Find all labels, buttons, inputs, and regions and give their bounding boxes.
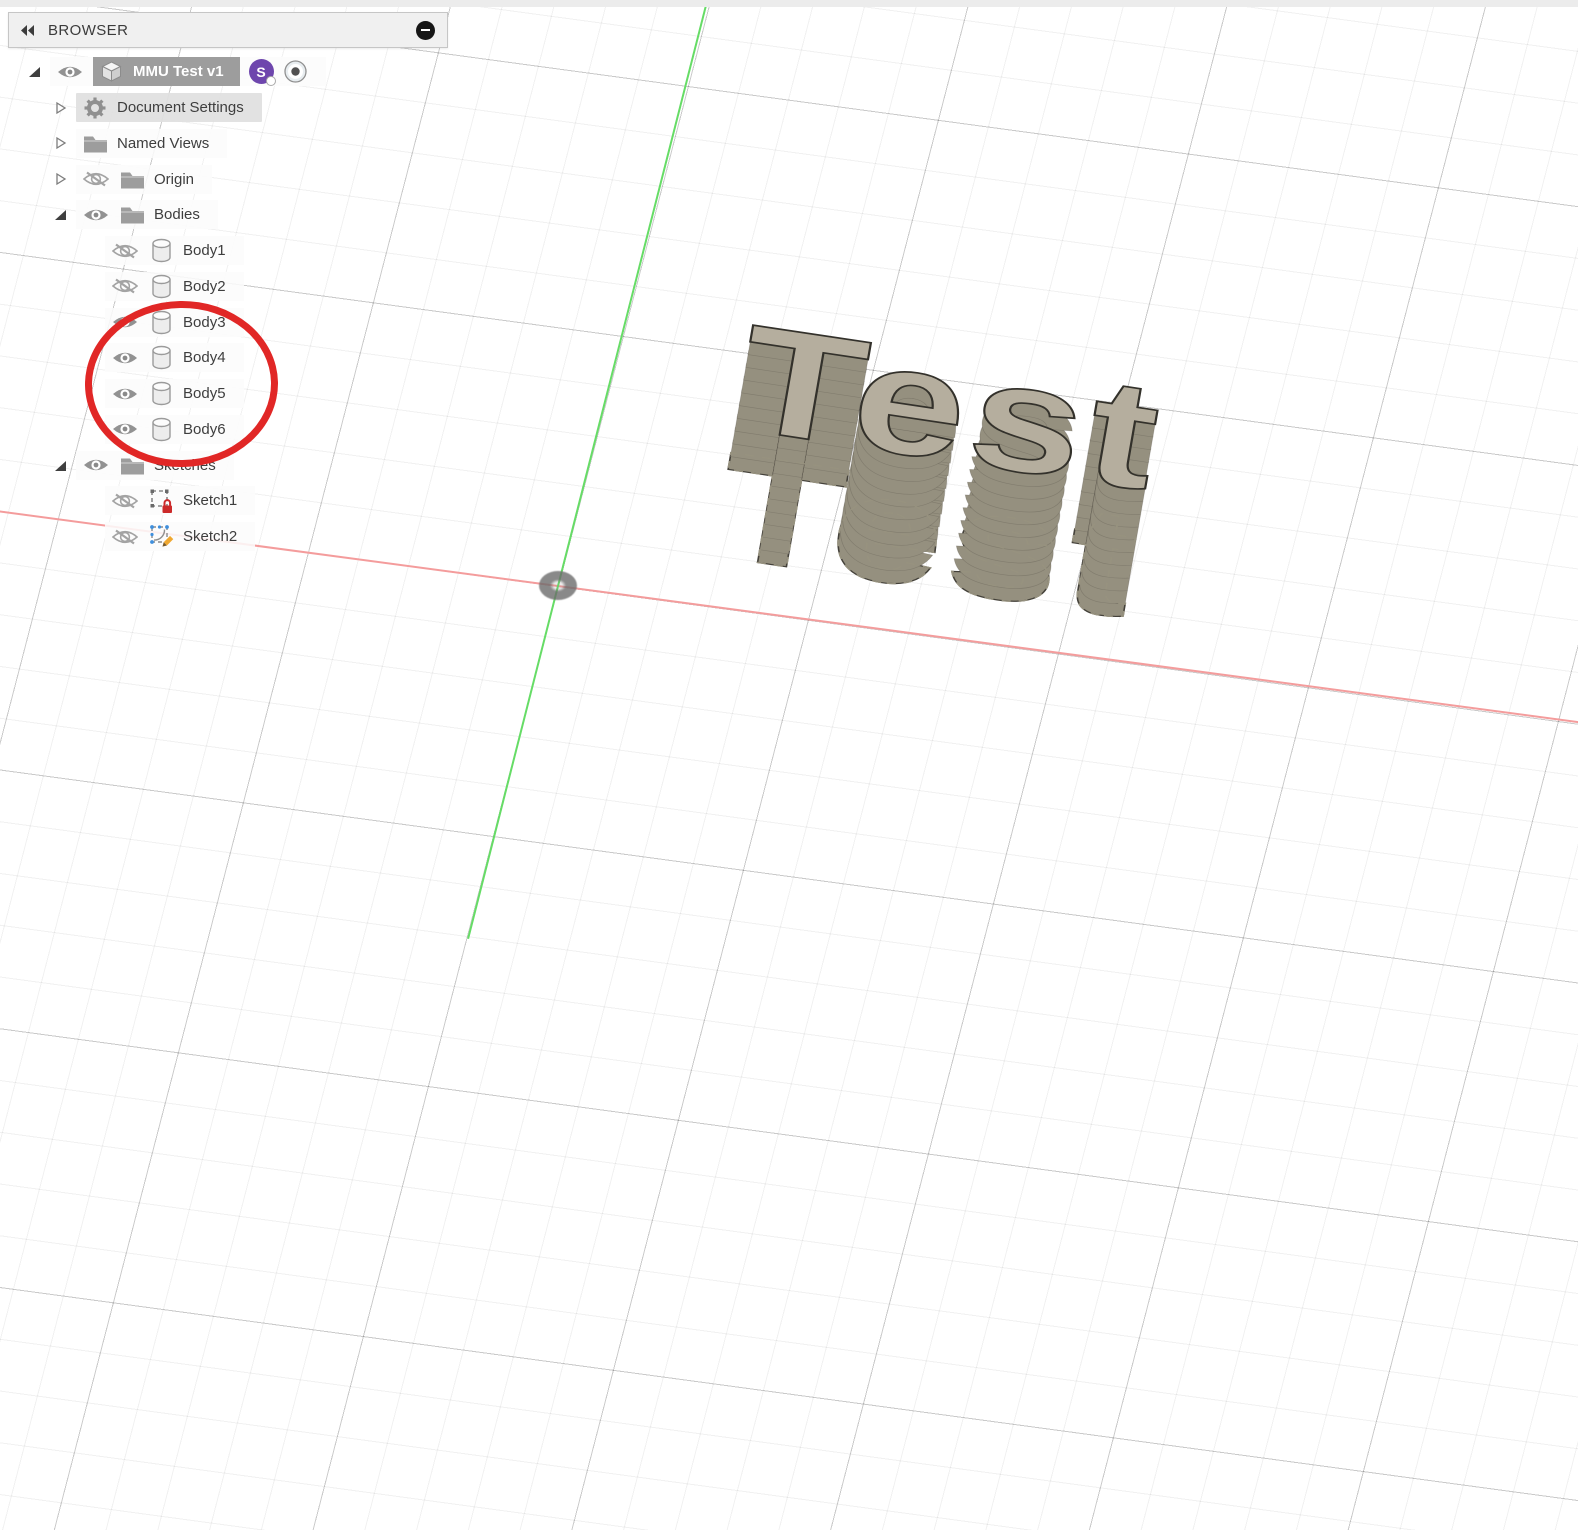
eye-hidden-icon[interactable]	[111, 278, 139, 294]
tree-row-body1[interactable]: Body1	[0, 233, 326, 269]
extruded-text-group	[704, 291, 1179, 652]
tree-row-sketch2[interactable]: Sketch2	[0, 519, 326, 555]
tree-row-document-settings[interactable]: Document Settings	[0, 90, 326, 126]
eye-visible-icon[interactable]	[82, 207, 110, 223]
tree-label[interactable]: Origin	[154, 171, 194, 188]
eye-hidden-icon[interactable]	[82, 171, 110, 187]
folder-icon	[82, 134, 108, 153]
collapse-panel-icon[interactable]	[19, 24, 36, 37]
expander-expanded-icon[interactable]	[26, 64, 42, 80]
browser-panel-header: BROWSER	[8, 12, 448, 48]
body-cylinder-icon	[148, 273, 174, 300]
folder-icon	[119, 170, 145, 189]
expander-collapsed-icon[interactable]	[52, 171, 68, 187]
eye-hidden-icon[interactable]	[111, 243, 139, 259]
activate-component-radio[interactable]	[283, 59, 308, 84]
root-label: MMU Test v1	[133, 63, 224, 81]
selected-component[interactable]: MMU Test v1	[93, 57, 240, 87]
expander-expanded-icon[interactable]	[52, 457, 68, 473]
sketch-editable-icon	[148, 523, 174, 550]
minimize-panel-button[interactable]	[416, 20, 435, 40]
tree-label[interactable]: Sketch1	[183, 492, 237, 509]
panel-title: BROWSER	[48, 21, 129, 39]
folder-icon	[119, 205, 145, 224]
tree-label[interactable]: Bodies	[154, 206, 200, 223]
tree-label[interactable]: Body1	[183, 242, 226, 259]
component-cube-icon	[98, 60, 124, 83]
expander-expanded-icon[interactable]	[52, 207, 68, 223]
sketch-locked-icon	[148, 487, 174, 514]
tree-row-bodies[interactable]: Bodies	[0, 197, 326, 233]
collaborator-avatar[interactable]: S	[248, 59, 276, 87]
tree-row-root[interactable]: MMU Test v1 S	[0, 54, 326, 90]
tree-row-named-views[interactable]: Named Views	[0, 126, 326, 162]
tree-label[interactable]: Sketch2	[183, 528, 237, 545]
tree-row-origin[interactable]: Origin	[0, 161, 326, 197]
eye-visible-icon[interactable]	[56, 64, 84, 80]
tree-row-body2[interactable]: Body2	[0, 269, 326, 305]
tree-label[interactable]: Body2	[183, 278, 226, 295]
eye-hidden-icon[interactable]	[111, 529, 139, 545]
tree-row-sketch1[interactable]: Sketch1	[0, 483, 326, 519]
tree-label[interactable]: Named Views	[117, 135, 209, 152]
expander-collapsed-icon[interactable]	[52, 135, 68, 151]
expander-collapsed-icon[interactable]	[52, 100, 68, 116]
tree-label[interactable]: Document Settings	[117, 99, 244, 116]
eye-visible-icon[interactable]	[82, 457, 110, 473]
eye-hidden-icon[interactable]	[111, 493, 139, 509]
gear-icon	[82, 96, 108, 120]
body-cylinder-icon	[148, 237, 174, 264]
